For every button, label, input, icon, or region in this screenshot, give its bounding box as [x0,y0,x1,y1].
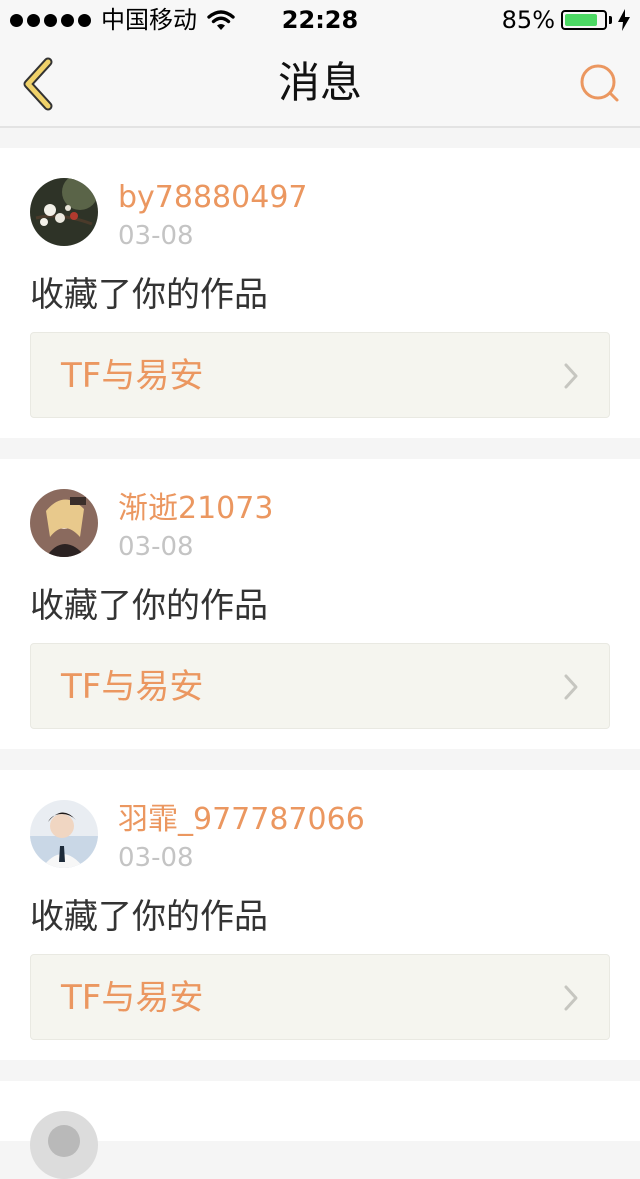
message-action: 收藏了你的作品 [30,275,268,315]
work-title: TF与易安 [61,667,204,707]
message-action: 收藏了你的作品 [30,586,268,626]
work-title: TF与易安 [61,356,204,396]
avatar[interactable] [30,489,98,557]
message-card[interactable]: 羽霏_977787066 03-08 收藏了你的作品 TF与易安 [0,770,640,1060]
work-title: TF与易安 [61,978,204,1018]
charging-icon [618,9,630,31]
work-link[interactable]: TF与易安 [30,643,610,729]
work-link[interactable]: TF与易安 [30,954,610,1040]
username[interactable]: by78880497 [118,178,308,218]
search-icon[interactable] [578,62,622,106]
status-bar: 中国移动 22:28 85% [0,0,640,40]
message-date: 03-08 [118,532,194,562]
message-list: by78880497 03-08 收藏了你的作品 TF与易安 渐逝21073 0… [0,148,640,1179]
battery-cap [609,16,612,24]
page-title: 消息 [277,58,362,107]
chevron-right-icon [564,674,578,700]
message-card[interactable]: by78880497 03-08 收藏了你的作品 TF与易安 [0,148,640,438]
avatar[interactable] [30,1111,98,1179]
work-link[interactable]: TF与易安 [30,332,610,418]
battery-percent: 85% [501,6,555,34]
username[interactable]: 羽霏_977787066 [118,800,365,840]
username[interactable]: 渐逝21073 [118,489,273,529]
message-date: 03-08 [118,221,194,251]
message-date: 03-08 [118,843,194,873]
status-bar-right: 85% [502,5,630,35]
message-card-partial[interactable] [0,1081,640,1179]
message-action: 收藏了你的作品 [30,897,268,937]
nav-bar: 消息 [0,40,640,128]
message-card[interactable]: 渐逝21073 03-08 收藏了你的作品 TF与易安 [0,459,640,749]
avatar[interactable] [30,800,98,868]
avatar[interactable] [30,178,98,246]
battery-icon [561,10,607,30]
chevron-right-icon [564,363,578,389]
chevron-right-icon [564,985,578,1011]
